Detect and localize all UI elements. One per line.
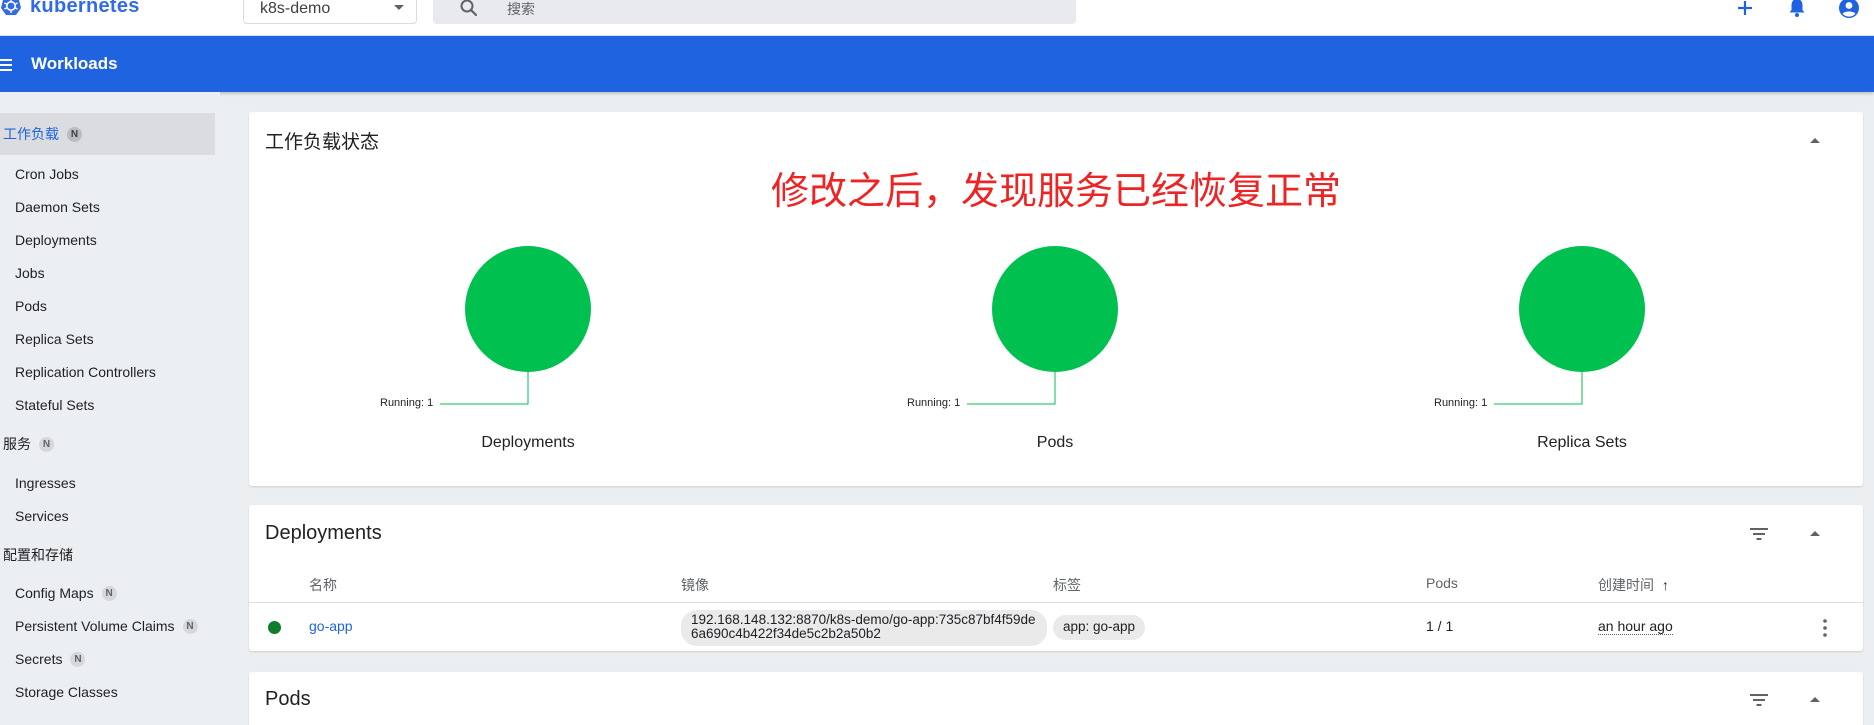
- running-label: Running: 1: [1434, 397, 1488, 409]
- namespaced-badge: N: [70, 651, 86, 667]
- title-bar: Workloads: [0, 36, 1874, 92]
- collapse-icon[interactable]: [1810, 531, 1820, 536]
- namespaced-badge: N: [39, 436, 54, 452]
- running-label: Running: 1: [380, 397, 434, 409]
- column-header-name[interactable]: 名称: [309, 575, 337, 595]
- sidebar-item-label: Secrets: [15, 651, 63, 667]
- sidebar-item-secrets[interactable]: Secrets N: [15, 648, 86, 670]
- namespaced-badge: N: [67, 126, 82, 142]
- bell-icon[interactable]: [1785, 0, 1809, 20]
- sidebar-item-label: Storage Classes: [15, 684, 118, 700]
- running-slice: [992, 246, 1118, 372]
- account-icon[interactable]: [1837, 0, 1861, 20]
- column-header-labels: 标签: [1053, 577, 1081, 593]
- sidebar-item-pods[interactable]: Pods: [15, 295, 47, 317]
- sidebar-item-label: Config Maps: [15, 585, 94, 601]
- sidebar-group-service[interactable]: 服务 N: [0, 423, 54, 465]
- chart-deployments: Running: 1 Deployments: [378, 112, 678, 486]
- search-placeholder: 搜索: [507, 1, 535, 17]
- sidebar-item-stateful-sets[interactable]: Stateful Sets: [15, 394, 94, 416]
- status-pie-chart: [440, 246, 591, 405]
- plus-icon[interactable]: [1733, 0, 1757, 20]
- kubernetes-logo-icon: [1, 0, 21, 15]
- column-header-created[interactable]: 创建时间 ↑: [1598, 575, 1669, 595]
- namespaced-badge: N: [182, 618, 198, 634]
- sidebar-item-cron-jobs[interactable]: Cron Jobs: [15, 163, 79, 185]
- chart-label: Replica Sets: [1537, 434, 1627, 451]
- card-title: 工作负载状态: [265, 132, 380, 153]
- sidebar-item-services[interactable]: Services: [15, 505, 69, 527]
- running-leader-line: [440, 372, 529, 405]
- running-status-icon: [268, 621, 281, 634]
- namespaced-badge: N: [101, 585, 117, 601]
- column-header-label: 创建时间: [1598, 577, 1654, 593]
- chart-label: Pods: [1036, 434, 1074, 451]
- column-header-pods: Pods: [1426, 575, 1458, 591]
- chart-pods: Running: 1 Pods: [905, 112, 1205, 486]
- created-time: an hour ago: [1598, 618, 1673, 635]
- table-row: go-app 192.168.148.132:8870/k8s-demo/go-…: [249, 603, 1863, 651]
- chart-replica-sets: Running: 1 Replica Sets: [1432, 112, 1732, 486]
- sidebar: 工作负载 N Cron Jobs Daemon Sets Deployments…: [0, 92, 220, 725]
- sidebar-group-label: 配置和存储: [3, 547, 73, 563]
- running-slice: [465, 246, 591, 372]
- sidebar-item-replication-controllers[interactable]: Replication Controllers: [15, 361, 156, 383]
- card-title: Deployments: [265, 522, 382, 544]
- sidebar-item-jobs[interactable]: Jobs: [15, 262, 45, 284]
- filter-icon[interactable]: [1749, 527, 1769, 541]
- pods-card: Pods: [249, 672, 1863, 725]
- running-leader-line: [1494, 372, 1583, 405]
- sidebar-group-label: 服务: [3, 436, 31, 452]
- namespace-value: k8s-demo: [260, 0, 331, 17]
- sidebar-group-config-storage[interactable]: 配置和存储: [0, 534, 73, 576]
- chart-label: Deployments: [481, 434, 575, 451]
- sidebar-item-storage-classes[interactable]: Storage Classes: [15, 681, 118, 703]
- image-chip: 192.168.148.132:8870/k8s-demo/go-app:735…: [681, 610, 1047, 646]
- card-title: Pods: [265, 688, 311, 710]
- brand-name: kubernetes: [30, 0, 140, 17]
- sidebar-group-workloads[interactable]: 工作负载 N: [0, 113, 215, 155]
- column-header-image: 镜像: [681, 577, 709, 593]
- sidebar-item-ingresses[interactable]: Ingresses: [15, 472, 76, 494]
- sidebar-item-config-maps[interactable]: Config Maps N: [15, 582, 117, 604]
- search-icon: [460, 0, 478, 17]
- label-chip: app: go-app: [1053, 615, 1146, 640]
- status-pie-chart: [1494, 246, 1645, 405]
- running-slice: [1519, 246, 1645, 372]
- caret-down-icon: [394, 5, 404, 10]
- sidebar-group-label: 工作负载: [3, 126, 59, 142]
- collapse-icon[interactable]: [1810, 697, 1820, 702]
- page-title: Workloads: [31, 54, 118, 73]
- sidebar-item-deployments[interactable]: Deployments: [15, 229, 97, 251]
- filter-icon[interactable]: [1749, 693, 1769, 707]
- collapse-icon[interactable]: [1810, 138, 1820, 143]
- running-leader-line: [967, 372, 1056, 405]
- namespace-select[interactable]: k8s-demo: [243, 0, 417, 24]
- sidebar-item-label: Persistent Volume Claims: [15, 618, 175, 634]
- sort-arrow-icon: ↑: [1661, 577, 1669, 593]
- status-pie-chart: [967, 246, 1118, 405]
- more-vert-icon[interactable]: [1823, 619, 1827, 637]
- brand[interactable]: kubernetes: [0, 0, 140, 18]
- pods-count: 1 / 1: [1426, 618, 1454, 634]
- running-label: Running: 1: [907, 397, 961, 409]
- workload-status-card: 工作负载状态 修改之后，发现服务已经恢复正常 Running: 1 Deploy…: [249, 112, 1863, 486]
- top-toolbar: kubernetes k8s-demo 搜索: [0, 0, 1874, 36]
- deployment-name-link[interactable]: go-app: [309, 618, 353, 634]
- sidebar-item-persistent-volume-claims[interactable]: Persistent Volume Claims N: [15, 615, 198, 637]
- deployments-card: Deployments 名称 镜像 标签 Pods 创建时间 ↑ go-app …: [249, 505, 1863, 651]
- search-bar[interactable]: 搜索: [433, 0, 1076, 24]
- sidebar-item-daemon-sets[interactable]: Daemon Sets: [15, 196, 100, 218]
- menu-icon[interactable]: [0, 58, 12, 72]
- sidebar-item-replica-sets[interactable]: Replica Sets: [15, 328, 94, 350]
